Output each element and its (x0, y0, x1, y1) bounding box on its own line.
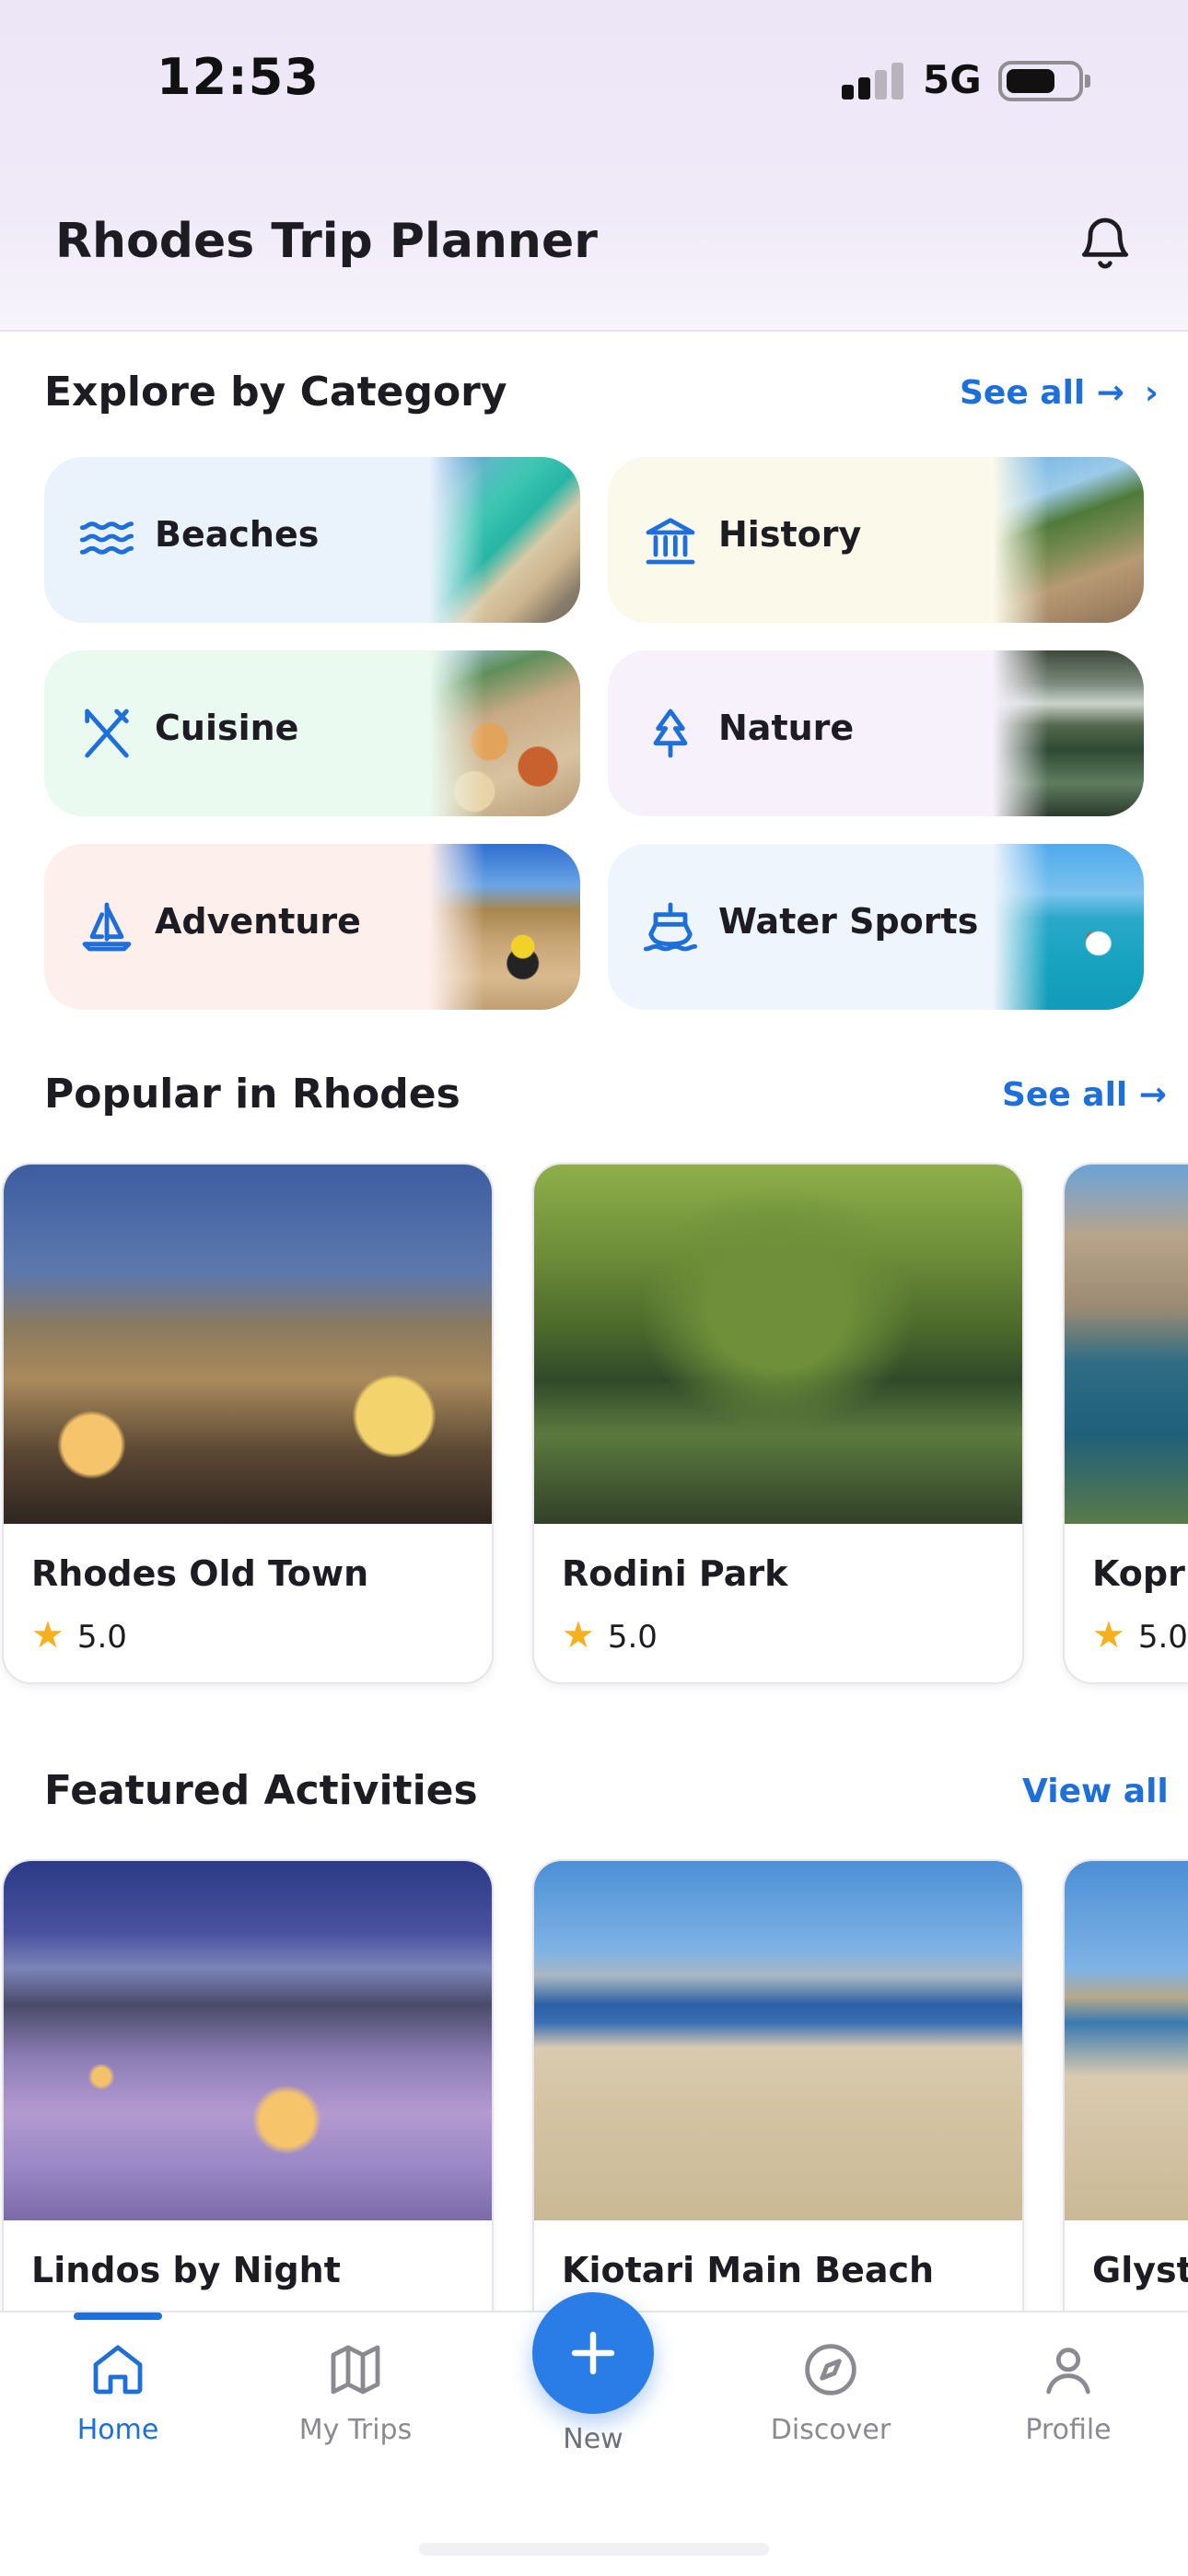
section-title-categories: Explore by Category (44, 369, 507, 416)
category-beaches[interactable]: Beaches (44, 457, 580, 623)
place-photo (534, 1165, 1022, 1524)
star-icon: ★ (562, 1614, 595, 1657)
map-icon (331, 2345, 380, 2395)
activity-photo (534, 1861, 1022, 2220)
nav-my-trips[interactable]: My Trips (263, 2340, 448, 2446)
nav-label: Profile (1025, 2414, 1112, 2446)
place-card[interactable]: Kopria ★5.0 (1063, 1163, 1188, 1684)
compass-icon (805, 2344, 856, 2395)
category-adventure[interactable]: Adventure (44, 844, 580, 1010)
user-icon (1046, 2348, 1090, 2395)
category-history[interactable]: History (608, 457, 1144, 623)
home-indicator (419, 2543, 769, 2556)
place-photo (4, 1165, 492, 1524)
tree-icon (653, 708, 688, 758)
top-header: 12:53 5G Rhodes Trip Planner (0, 0, 1188, 332)
category-label: Cuisine (155, 708, 299, 748)
app-screen: 12:53 5G Rhodes Trip Planner Explore by … (0, 0, 1188, 2576)
status-time: 12:53 (157, 48, 320, 106)
activity-card[interactable]: Lindos by Night (2, 1859, 494, 2375)
bell-icon[interactable] (1076, 210, 1135, 275)
star-icon: ★ (1092, 1614, 1125, 1657)
place-card[interactable]: Rhodes Old Town ★ 5.0 (2, 1163, 494, 1684)
place-photo (1065, 1165, 1188, 1524)
nav-discover[interactable]: Discover (739, 2340, 923, 2446)
active-tab-indicator (74, 2313, 162, 2320)
place-rating: ★ 5.0 (1092, 1614, 1188, 1657)
category-cuisine[interactable]: Cuisine (44, 650, 580, 816)
activity-photo (1065, 1861, 1188, 2220)
section-title-popular: Popular in Rhodes (44, 1071, 460, 1118)
battery-icon (998, 61, 1090, 101)
chevron-right-icon[interactable]: › (1145, 374, 1159, 412)
category-label: Nature (718, 708, 855, 748)
ship-icon (643, 902, 698, 952)
nav-label: My Trips (298, 2414, 413, 2446)
star-icon: ★ (31, 1614, 64, 1657)
place-name: Rodini Park (562, 1553, 788, 1594)
place-name: Rhodes Old Town (31, 1553, 369, 1594)
network-type: 5G (923, 57, 982, 102)
activity-name: Glystr (1092, 2250, 1188, 2290)
section-title-featured: Featured Activities (44, 1767, 478, 1814)
nav-profile[interactable]: Profile (976, 2340, 1160, 2446)
activity-name: Kiotari Main Beach (562, 2250, 935, 2290)
category-nature[interactable]: Nature (608, 650, 1144, 816)
place-rating: ★ 5.0 (562, 1614, 658, 1657)
landmark-icon (646, 518, 695, 565)
activity-name: Lindos by Night (31, 2250, 341, 2290)
page-title: Rhodes Trip Planner (55, 214, 598, 269)
place-card[interactable]: Rodini Park ★ 5.0 (532, 1163, 1024, 1684)
activity-photo (4, 1861, 492, 2220)
category-label: History (718, 514, 862, 555)
see-all-categories-link[interactable]: See all → › (960, 374, 1159, 412)
view-all-featured-link[interactable]: View all (1022, 1773, 1169, 1810)
place-rating: ★ 5.0 (31, 1614, 127, 1657)
home-icon (93, 2345, 143, 2395)
nav-home[interactable]: Home (26, 2340, 210, 2446)
see-all-popular-link[interactable]: See all → (1002, 1076, 1167, 1114)
place-name: Kopria (1092, 1553, 1188, 1594)
category-label: Water Sports (718, 901, 979, 942)
nav-label-new: New (563, 2423, 623, 2455)
nav-label: Discover (770, 2414, 891, 2446)
sailboat-icon (82, 902, 132, 952)
nav-label: Home (76, 2414, 159, 2446)
utensils-icon (85, 708, 129, 758)
waves-icon (79, 521, 134, 555)
new-trip-button[interactable] (532, 2292, 654, 2414)
category-label: Beaches (155, 514, 320, 555)
category-label: Adventure (155, 901, 361, 942)
plus-icon (571, 2331, 615, 2375)
cellular-signal-icon (842, 63, 906, 100)
activity-card[interactable]: Glystr (1063, 1859, 1188, 2375)
category-water-sports[interactable]: Water Sports (608, 844, 1144, 1010)
